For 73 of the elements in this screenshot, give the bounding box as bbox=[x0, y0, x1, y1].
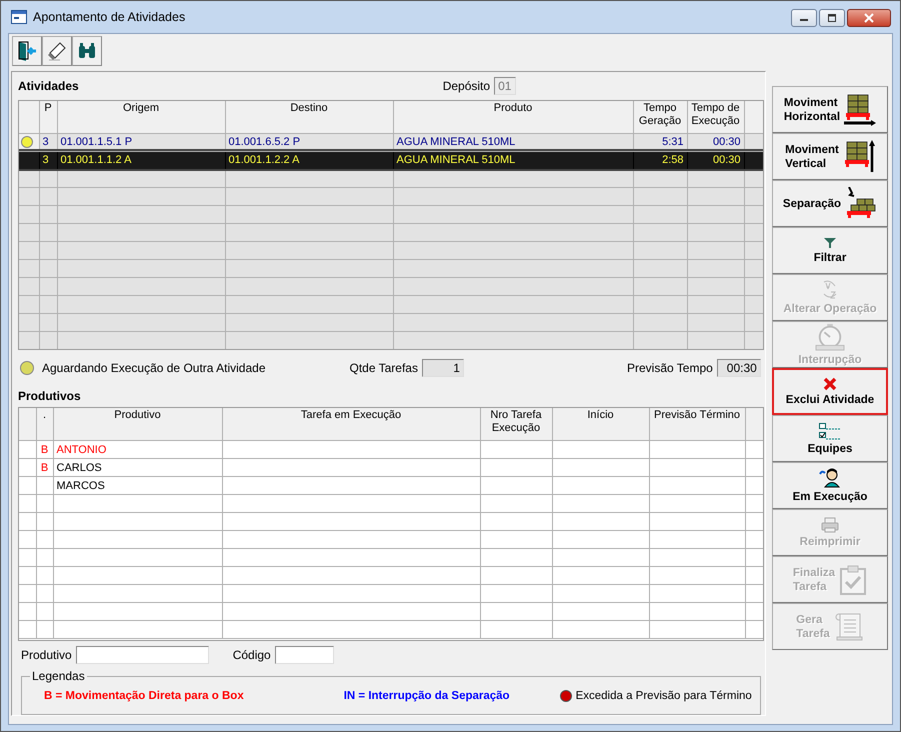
section-title: Produtivos bbox=[18, 389, 81, 404]
field-label: Depósito bbox=[442, 78, 490, 93]
action-button[interactable]: Exclui Atividade bbox=[772, 368, 888, 415]
column-header[interactable]: Produto bbox=[393, 100, 633, 134]
action-button[interactable]: Moviment Horizontal bbox=[772, 86, 888, 133]
action-button[interactable]: Moviment Vertical bbox=[772, 133, 888, 180]
maximize-button[interactable] bbox=[819, 9, 845, 27]
pallet-arrow-icon bbox=[842, 140, 875, 174]
checklist-icon bbox=[818, 422, 842, 440]
column-header[interactable]: Início bbox=[552, 408, 649, 441]
legend-text: Aguardando Execução de Outra Atividade bbox=[42, 360, 266, 375]
column-header[interactable]: Nro Tarefa Execução bbox=[480, 408, 552, 441]
field-label: Produtivo bbox=[21, 648, 72, 662]
section-title: Atividades bbox=[18, 78, 79, 93]
eraser-button[interactable] bbox=[42, 36, 72, 66]
filter-icon bbox=[823, 236, 837, 248]
action-button[interactable]: Em Execução bbox=[772, 462, 888, 509]
maximize-icon bbox=[827, 14, 837, 22]
clipboard-icon bbox=[839, 564, 868, 594]
task-count-field[interactable]: 1 bbox=[422, 358, 464, 377]
code-input-field[interactable] bbox=[274, 646, 334, 664]
table-row[interactable]: 3 01.001.1.1.2 A 01.001.1.2.2 A AGUA MINERAL 510ML 2:58 00:30 bbox=[19, 151, 763, 170]
close-button[interactable] bbox=[847, 9, 891, 27]
action-button[interactable]: Separação bbox=[772, 180, 888, 227]
close-icon bbox=[863, 13, 875, 23]
legend-text: IN = Interrupção da Separação bbox=[344, 690, 510, 702]
column-header[interactable]: Produtivo bbox=[53, 408, 222, 441]
printer-icon bbox=[821, 516, 839, 532]
column-header[interactable]: Origem bbox=[57, 100, 225, 134]
column-header[interactable]: Destino bbox=[225, 100, 393, 134]
sort-icon bbox=[821, 280, 839, 300]
pallet-arrow-icon bbox=[844, 92, 876, 126]
legend-text: B = Movimentação Direta para o Box bbox=[44, 690, 244, 702]
window-title: Apontamento de Atividades bbox=[33, 10, 186, 24]
exit-button[interactable] bbox=[12, 36, 42, 66]
table-row[interactable]: 3 01.001.1.5.1 P 01.001.6.5.2 P AGUA MINERAL 510ML 5:31 00:30 bbox=[19, 133, 763, 152]
binoculars-button[interactable] bbox=[72, 36, 102, 66]
legend-text: Excedida a Previsão para Término bbox=[576, 690, 752, 702]
action-button[interactable]: Filtrar bbox=[772, 227, 888, 274]
table-cell: 01.001.1.1.2 A bbox=[57, 151, 225, 170]
delete-icon bbox=[823, 376, 837, 390]
table-cell: AGUA MINERAL 510ML bbox=[393, 151, 633, 170]
column-header[interactable]: Previsão Término bbox=[649, 408, 745, 441]
person-icon bbox=[819, 468, 841, 488]
eraser-icon bbox=[46, 40, 68, 62]
deposit-field[interactable]: 01 bbox=[494, 76, 516, 95]
field-label: Qtde Tarefas bbox=[350, 360, 418, 375]
column-header[interactable]: P bbox=[39, 100, 57, 134]
table-cell: 01.001.1.2.2 A bbox=[225, 151, 393, 170]
field-label: Previsão Tempo bbox=[626, 360, 713, 375]
door-arrow-icon bbox=[16, 40, 38, 62]
waiting-dot-icon bbox=[20, 360, 34, 375]
flag-text: B bbox=[40, 444, 48, 456]
column-header[interactable]: Tempo de Execução bbox=[687, 100, 744, 134]
table-cell: 00:30 bbox=[687, 151, 744, 170]
column-header[interactable]: Tarefa em Execução bbox=[222, 408, 480, 441]
flag-text: B bbox=[40, 462, 48, 474]
table-cell: CARLOS bbox=[56, 462, 102, 474]
legend-title: Legendas bbox=[30, 669, 87, 684]
table-cell: 2:58 bbox=[633, 151, 687, 170]
table-cell: ANTONIO bbox=[56, 444, 106, 456]
scroll-icon bbox=[834, 612, 864, 642]
field-label: Código bbox=[232, 648, 271, 662]
column-header[interactable]: Tempo Geração bbox=[633, 100, 687, 134]
pallet-boxes-icon bbox=[845, 186, 878, 220]
window-icon bbox=[11, 10, 27, 24]
minimize-button[interactable] bbox=[791, 9, 817, 27]
action-button[interactable]: Equipes bbox=[772, 415, 888, 462]
time-forecast-field[interactable]: 00:30 bbox=[716, 358, 761, 377]
column-header[interactable]: . bbox=[36, 408, 53, 441]
table-cell: MARCOS bbox=[56, 480, 105, 492]
worker-input-field[interactable] bbox=[76, 646, 209, 664]
stopwatch-icon bbox=[813, 322, 847, 350]
